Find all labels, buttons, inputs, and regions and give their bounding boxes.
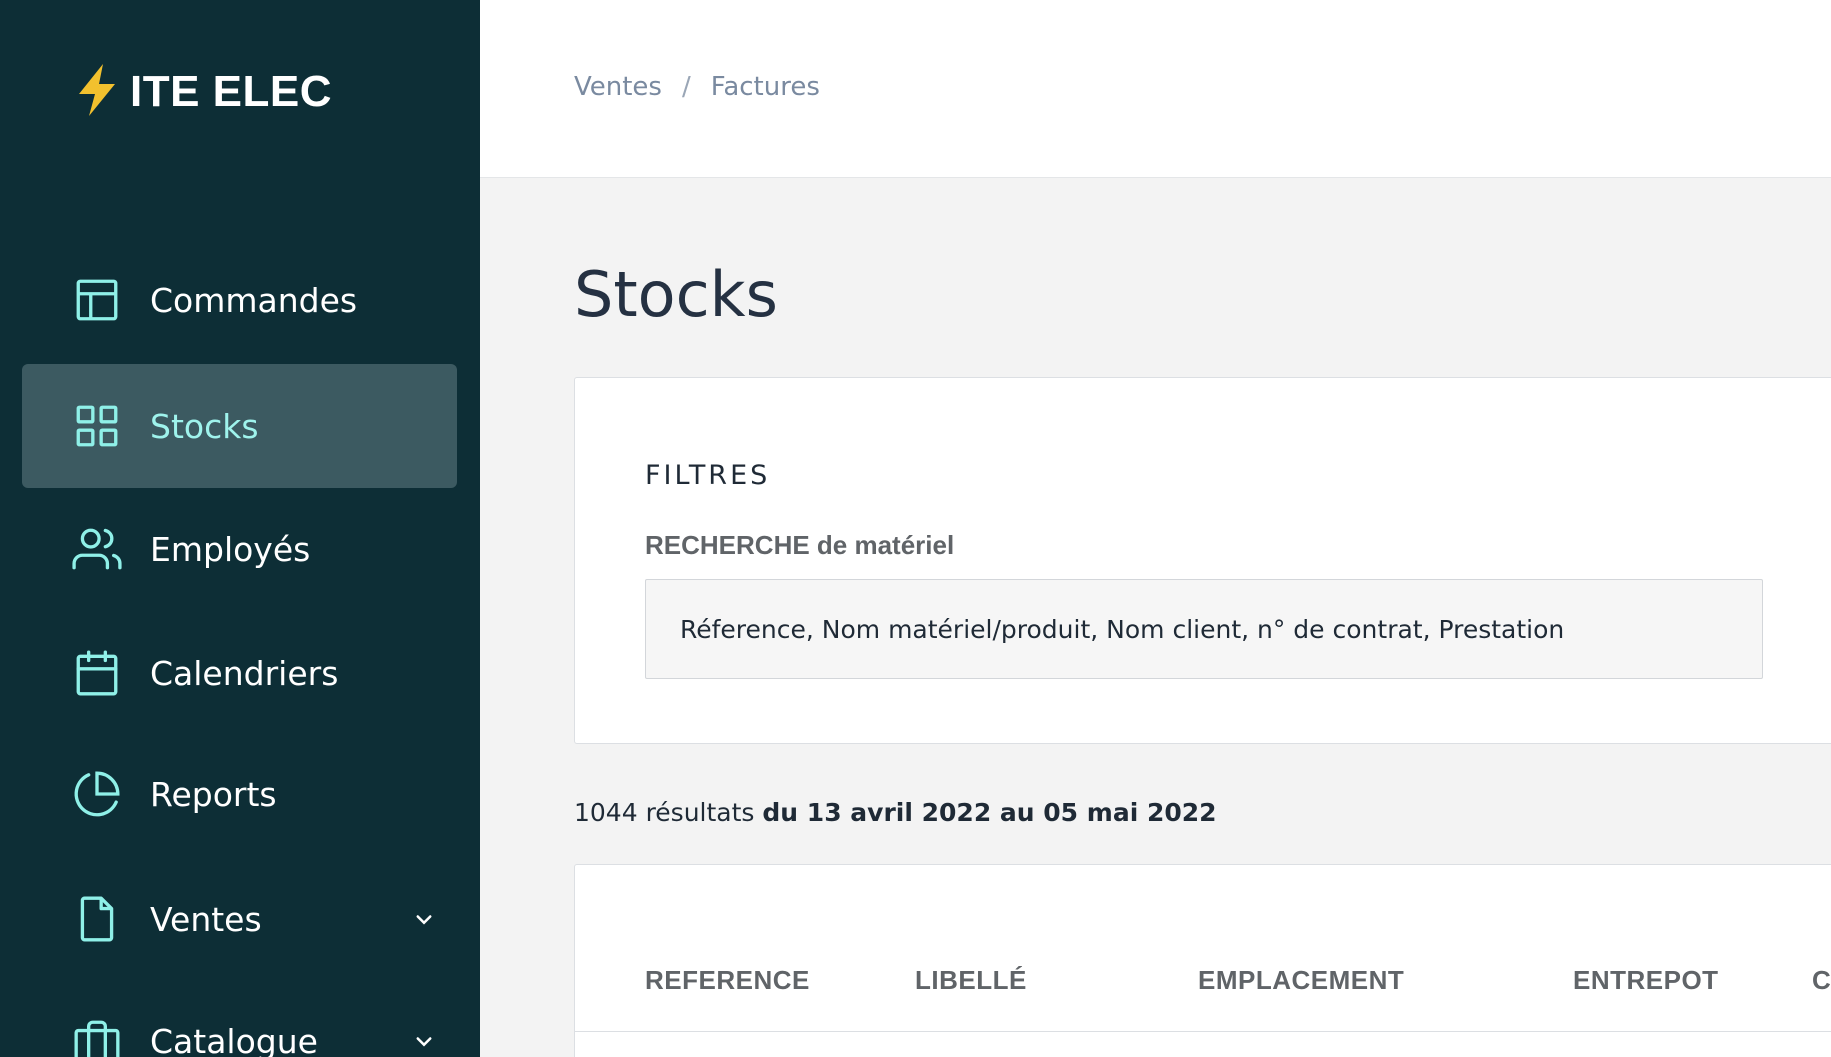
column-header-libelle[interactable]: LIBELLÉ — [915, 965, 1027, 996]
stocks-table: REFERENCE LIBELLÉ EMPLACEMENT ENTREPOT C — [574, 864, 1831, 1057]
page-title: Stocks — [574, 258, 778, 331]
sidebar-item-label: Commandes — [150, 280, 358, 320]
sidebar-item-commandes[interactable]: Commandes — [22, 238, 457, 362]
lightning-bolt-icon — [72, 62, 122, 122]
brand-logo[interactable]: ITE ELEC — [72, 62, 332, 122]
sidebar-item-label: Ventes — [150, 899, 262, 939]
breadcrumb: Ventes / Factures — [574, 72, 820, 102]
column-header-truncated[interactable]: C — [1812, 965, 1831, 996]
layout-icon — [72, 275, 122, 325]
pie-chart-icon — [72, 769, 122, 819]
chevron-down-icon[interactable] — [409, 1026, 439, 1056]
sidebar-item-catalogue[interactable]: Catalogue — [22, 979, 457, 1057]
results-date-range: du 13 avril 2022 au 05 mai 2022 — [762, 798, 1217, 827]
column-header-emplacement[interactable]: EMPLACEMENT — [1198, 965, 1404, 996]
search-label: RECHERCHE de matériel — [645, 530, 955, 560]
sidebar-item-label: Stocks — [150, 406, 259, 446]
filters-panel: FILTRES RECHERCHE de matériel — [574, 377, 1831, 744]
breadcrumb-separator: / — [681, 72, 691, 102]
results-summary: 1044 résultats du 13 avril 2022 au 05 ma… — [574, 798, 1217, 827]
column-header-reference[interactable]: REFERENCE — [645, 965, 810, 996]
file-icon — [72, 894, 122, 944]
breadcrumb-item-factures[interactable]: Factures — [711, 72, 820, 102]
brand-name: ITE ELEC — [130, 67, 333, 116]
sidebar-item-calendriers[interactable]: Calendriers — [22, 611, 457, 735]
calendar-icon — [72, 648, 122, 698]
sidebar-item-label: Catalogue — [150, 1021, 318, 1057]
sidebar-item-label: Employés — [150, 529, 311, 569]
sidebar-item-employes[interactable]: Employés — [22, 487, 457, 611]
sidebar-item-ventes[interactable]: Ventes — [22, 857, 457, 981]
sidebar: ITE ELEC Commandes Stocks Employés Calen… — [0, 0, 480, 1057]
top-bar: Ventes / Factures — [480, 0, 1831, 178]
users-icon — [72, 524, 122, 574]
breadcrumb-item-ventes[interactable]: Ventes — [574, 72, 662, 102]
search-input[interactable] — [645, 579, 1763, 679]
grid-icon — [72, 401, 122, 451]
column-header-entrepot[interactable]: ENTREPOT — [1573, 965, 1719, 996]
sidebar-item-reports[interactable]: Reports — [22, 732, 457, 856]
sidebar-item-label: Calendriers — [150, 653, 339, 693]
filters-title: FILTRES — [645, 460, 771, 491]
results-count: 1044 résultats — [574, 798, 755, 827]
briefcase-icon — [72, 1016, 122, 1057]
table-header-row: REFERENCE LIBELLÉ EMPLACEMENT ENTREPOT C — [575, 865, 1831, 1032]
chevron-down-icon[interactable] — [409, 904, 439, 934]
sidebar-item-label: Reports — [150, 774, 277, 814]
sidebar-item-stocks[interactable]: Stocks — [22, 364, 457, 488]
